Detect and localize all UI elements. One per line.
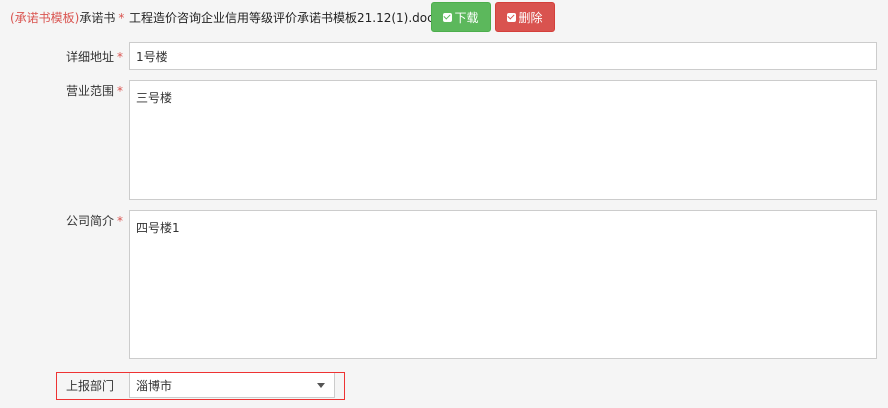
required-mark: * xyxy=(117,50,123,64)
delete-button[interactable]: 删除 xyxy=(495,2,555,32)
required-mark: * xyxy=(117,214,123,228)
download-button-label: 下载 xyxy=(454,10,479,25)
template-link[interactable]: (承诺书模板) xyxy=(10,11,79,25)
report-dept-select[interactable]: 淄博市 xyxy=(129,372,335,398)
uploaded-file-name: 工程造价咨询企业信用等级评价承诺书模板21.12(1).doc xyxy=(129,11,434,25)
check-square-icon xyxy=(507,12,517,22)
delete-button-label: 删除 xyxy=(518,10,543,25)
address-label-row: 详细地址 * xyxy=(66,48,123,65)
business-scope-textarea[interactable]: 三号楼 xyxy=(129,80,877,200)
chevron-down-icon xyxy=(317,382,325,388)
company-intro-label-row: 公司简介 * xyxy=(66,212,123,229)
address-label: 详细地址 xyxy=(65,50,114,64)
business-scope-label: 营业范围 xyxy=(65,84,114,98)
download-button[interactable]: 下载 xyxy=(431,2,491,32)
required-mark: * xyxy=(118,11,125,25)
commitment-label: 承诺书 xyxy=(79,11,116,25)
report-dept-selected: 淄博市 xyxy=(136,378,173,393)
business-scope-label-row: 营业范围 * xyxy=(66,82,123,99)
company-intro-textarea[interactable]: 四号楼1 xyxy=(129,210,877,359)
company-intro-label: 公司简介 xyxy=(65,214,114,228)
required-mark: * xyxy=(117,84,123,98)
commitment-label-row: (承诺书模板)承诺书 * xyxy=(10,9,124,26)
report-dept-label: 上报部门 xyxy=(66,379,115,393)
check-square-icon xyxy=(443,12,453,22)
address-input[interactable]: 1号楼 xyxy=(129,42,877,70)
